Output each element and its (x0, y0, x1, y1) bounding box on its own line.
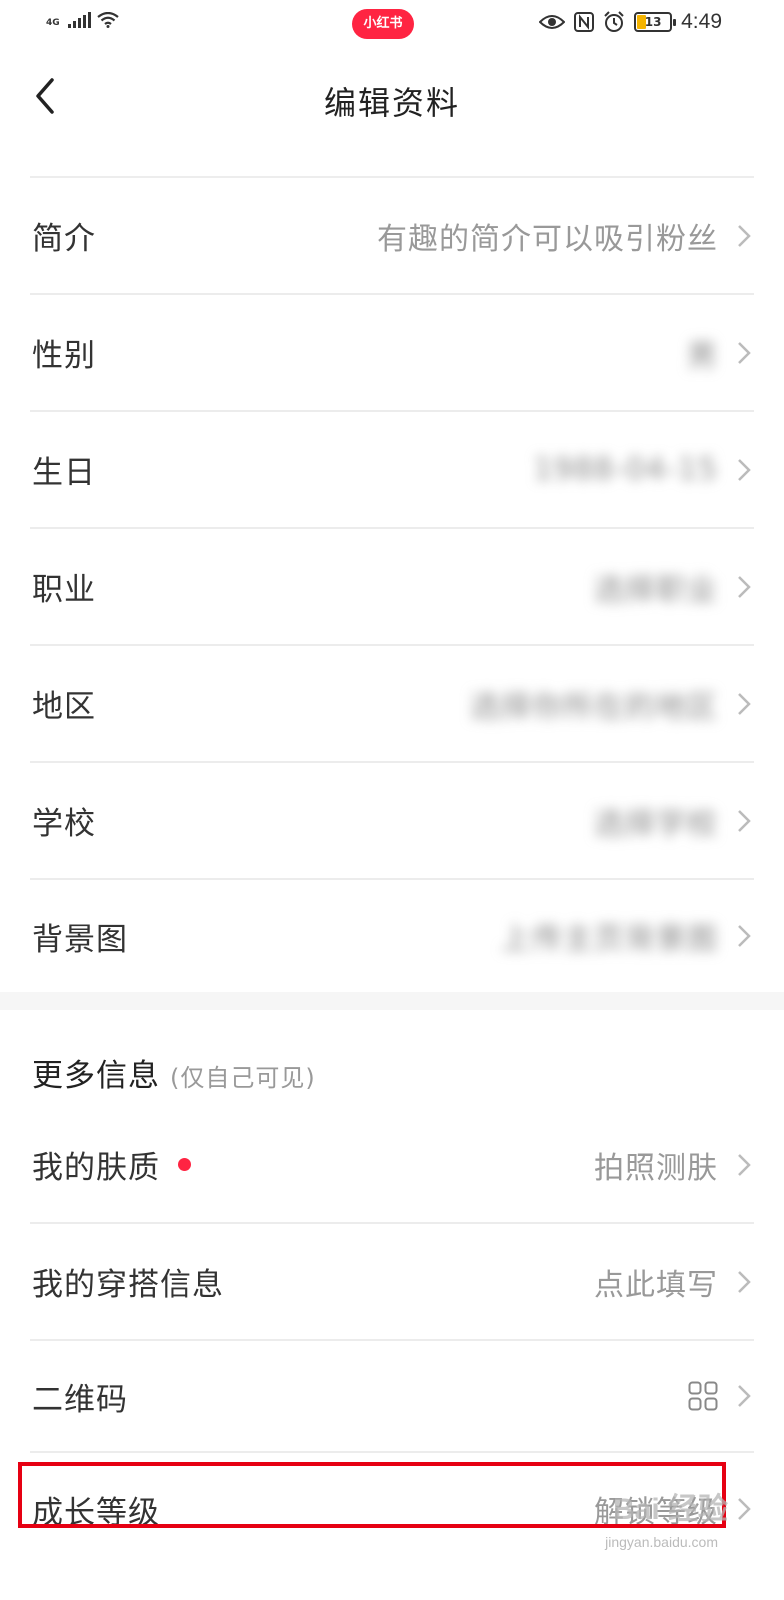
section-title-more-info: 更多信息 (仅自己可见) (32, 1050, 316, 1095)
row-value: 选择职业 (594, 572, 718, 608)
row-school[interactable]: 学校 选择学校 (30, 763, 754, 880)
battery-level: 13 (644, 15, 662, 29)
row-qr-code[interactable]: 二维码 (30, 1341, 754, 1453)
row-label: 职业 (32, 572, 96, 608)
row-label: 性别 (32, 338, 96, 374)
row-label: 背景图 (32, 921, 128, 958)
row-value: 选择你所在的地区 (470, 689, 718, 725)
chevron-right-icon (738, 1270, 751, 1293)
row-label-text: 我的肤质 (32, 1150, 160, 1186)
row-bio[interactable]: 简介 有趣的简介可以吸引粉丝 (30, 178, 754, 295)
section-subtitle: (仅自己可见) (170, 1064, 316, 1092)
watermark-logo: Bai 经验 (612, 1493, 728, 1526)
status-left: 4G (46, 12, 119, 28)
row-background[interactable]: 背景图 上传主页背景图 (30, 880, 754, 992)
notification-dot (178, 1158, 191, 1171)
network-type: 4G (46, 18, 60, 28)
row-value: 有趣的简介可以吸引粉丝 (377, 221, 718, 257)
qr-code-icon (688, 1381, 718, 1411)
row-birthday[interactable]: 生日 1988-04-15 (30, 412, 754, 529)
status-right: 13 4:49 (539, 10, 722, 34)
chevron-right-icon (738, 575, 751, 598)
app-badge: 小红书 (352, 9, 414, 39)
chevron-right-icon (738, 1385, 751, 1407)
row-label: 我的肤质 (32, 1107, 191, 1222)
chevron-right-icon (738, 458, 751, 481)
row-gender[interactable]: 性别 男 (30, 295, 754, 412)
chevron-right-icon (738, 1153, 751, 1176)
status-bar: 4G 小红书 13 4:49 (0, 0, 784, 48)
row-skin-type[interactable]: 我的肤质 拍照测肤 (30, 1107, 754, 1224)
row-value: 点此填写 (594, 1267, 718, 1303)
chevron-right-icon (738, 1498, 751, 1520)
section-title: 更多信息 (32, 1058, 160, 1094)
row-label: 地区 (32, 689, 96, 725)
row-label: 生日 (32, 455, 96, 491)
row-value: 拍照测肤 (594, 1150, 718, 1186)
eye-icon (539, 15, 566, 29)
chevron-right-icon (738, 341, 751, 364)
signal-icon (67, 12, 91, 28)
row-label: 学校 (32, 806, 96, 842)
chevron-right-icon (738, 692, 751, 715)
row-value: 选择学校 (594, 806, 718, 842)
chevron-right-icon (738, 925, 751, 947)
clock: 4:49 (681, 10, 722, 33)
row-value: 男 (687, 338, 718, 374)
row-occupation[interactable]: 职业 选择职业 (30, 529, 754, 646)
header: 编辑资料 (0, 48, 784, 148)
row-label: 简介 (32, 221, 96, 257)
row-value (688, 1341, 718, 1451)
row-label: 二维码 (32, 1381, 128, 1418)
watermark-url: jingyan.baidu.com (605, 1534, 718, 1550)
row-value: 1988-04-15 (533, 452, 718, 487)
row-outfit-info[interactable]: 我的穿搭信息 点此填写 (30, 1224, 754, 1341)
page-title: 编辑资料 (323, 84, 460, 122)
row-region[interactable]: 地区 选择你所在的地区 (30, 646, 754, 763)
nfc-icon (574, 12, 595, 32)
row-label: 我的穿搭信息 (32, 1267, 224, 1303)
row-value: 上传主页背景图 (501, 922, 718, 957)
battery-icon: 13 (634, 12, 677, 32)
chevron-right-icon (738, 224, 751, 247)
wifi-icon (96, 12, 119, 28)
alarm-icon (604, 11, 624, 32)
chevron-right-icon (738, 809, 751, 832)
section-gap (0, 992, 784, 1010)
